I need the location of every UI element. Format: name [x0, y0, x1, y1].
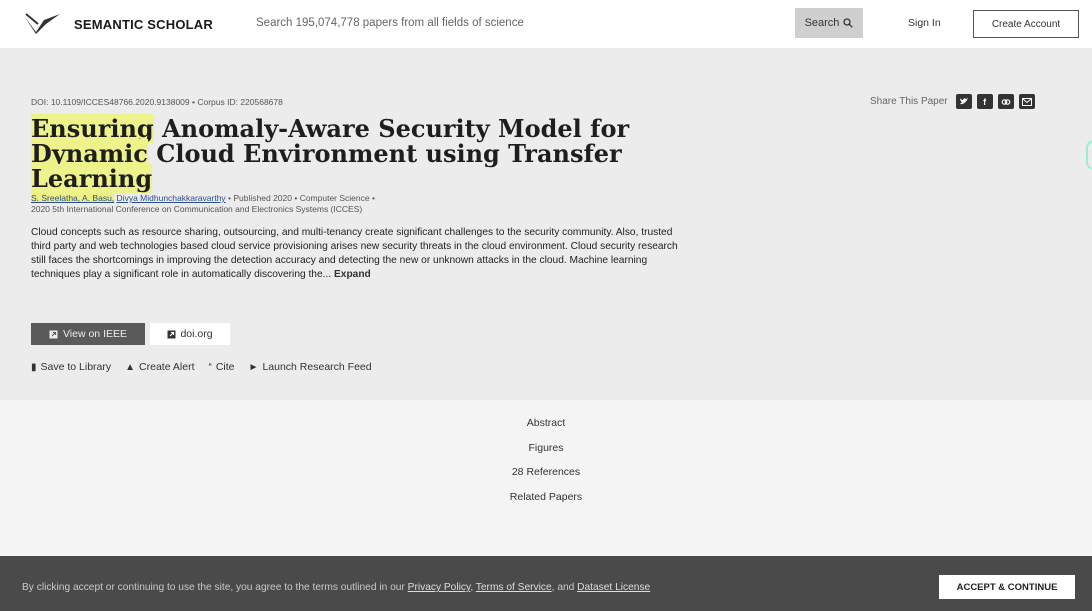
external-link-icon [167, 330, 176, 338]
semantic-scholar-logo-icon [24, 13, 60, 34]
privacy-policy-link[interactable]: Privacy Policy [408, 582, 471, 593]
launch-research-feed-button[interactable]: ► Launch Research Feed [249, 361, 372, 373]
save-to-library-label: Save to Library [40, 361, 112, 373]
cookie-text-prefix: By clicking accept or continuing to use … [22, 582, 408, 593]
cite-label: Cite [215, 361, 235, 373]
search-input[interactable] [246, 8, 794, 38]
logo[interactable]: SEMANTIC SCHOLAR [22, 12, 242, 36]
tab-related-papers[interactable]: Related Papers [0, 491, 1092, 503]
view-on-ieee-label: View on IEEE [62, 328, 127, 340]
author-link[interactable]: Divya Midhunchakkaravarthy [117, 193, 226, 203]
author-link[interactable]: S. Sreelatha, A. Basu, [31, 193, 115, 203]
search-icon [843, 18, 854, 28]
external-link-icon [49, 330, 58, 338]
paper-title: Ensuring Anomaly-Aware Security Model fo… [31, 114, 711, 193]
dataset-license-link[interactable]: Dataset License [577, 582, 650, 593]
title-part: Cloud Environment using Transfer [147, 139, 622, 168]
search-button[interactable]: Search [795, 8, 863, 38]
launch-research-feed-label: Launch Research Feed [262, 361, 372, 373]
twitter-icon[interactable] [955, 94, 972, 109]
paper-detail: DOI: 10.1109/ICCES48766.2020.9138009 • C… [0, 48, 1092, 400]
title-highlight: Learning [31, 164, 153, 193]
logo-text: SEMANTIC SCHOLAR [74, 16, 213, 32]
link-icon[interactable] [997, 94, 1014, 109]
cookie-banner: By clicking accept or continuing to use … [0, 556, 1092, 611]
sign-in-link[interactable]: Sign In [908, 17, 941, 29]
save-to-library-button[interactable]: ▮ Save to Library [31, 361, 111, 373]
venue: 2020 5th International Conference on Com… [31, 204, 363, 214]
section-nav: Abstract Figures 28 References Related P… [0, 400, 1092, 556]
cookie-separator: , and [551, 582, 578, 593]
cookie-text: By clicking accept or continuing to use … [22, 582, 650, 593]
view-on-ieee-button[interactable]: View on IEEE [31, 323, 145, 345]
paper-authors: S. Sreelatha, A. Basu, Divya Midhunchakk… [31, 193, 375, 215]
feedback-tab-icon[interactable] [1086, 140, 1092, 170]
terms-of-service-link[interactable]: Terms of Service [476, 582, 552, 593]
feed-icon: ► [248, 361, 259, 373]
create-alert-button[interactable]: ▲ Create Alert [125, 361, 194, 373]
published-info: • Published 2020 • Computer Science • [225, 193, 375, 203]
tab-figures[interactable]: Figures [0, 442, 1092, 454]
create-account-button[interactable]: Create Account [973, 10, 1079, 38]
create-alert-label: Create Alert [139, 361, 195, 373]
share-label: Share This Paper [870, 96, 948, 107]
tab-abstract[interactable]: Abstract [0, 417, 1092, 429]
accept-continue-button[interactable]: ACCEPT & CONTINUE [939, 575, 1075, 599]
bell-icon: ▲ [125, 361, 136, 373]
paper-doi-corpus: DOI: 10.1109/ICCES48766.2020.9138009 • C… [31, 97, 283, 107]
search-button-label: Search [804, 17, 840, 29]
quote-icon: “ [208, 361, 212, 373]
cite-button[interactable]: “ Cite [209, 361, 235, 373]
email-icon[interactable] [1018, 94, 1035, 109]
share-bar: Share This Paper f [870, 94, 1035, 109]
expand-link[interactable]: Expand [334, 269, 371, 280]
doi-link-button[interactable]: doi.org [150, 323, 230, 345]
abstract-text: Cloud concepts such as resource sharing,… [31, 226, 691, 282]
facebook-icon[interactable]: f [976, 94, 993, 109]
top-nav: SEMANTIC SCHOLAR Search Sign In Create A… [0, 0, 1092, 48]
doi-label: doi.org [180, 328, 213, 340]
paper-actions: ▮ Save to Library ▲ Create Alert “ Cite … [31, 361, 372, 373]
bookmark-icon: ▮ [31, 361, 37, 373]
tab-references[interactable]: 28 References [0, 466, 1092, 478]
